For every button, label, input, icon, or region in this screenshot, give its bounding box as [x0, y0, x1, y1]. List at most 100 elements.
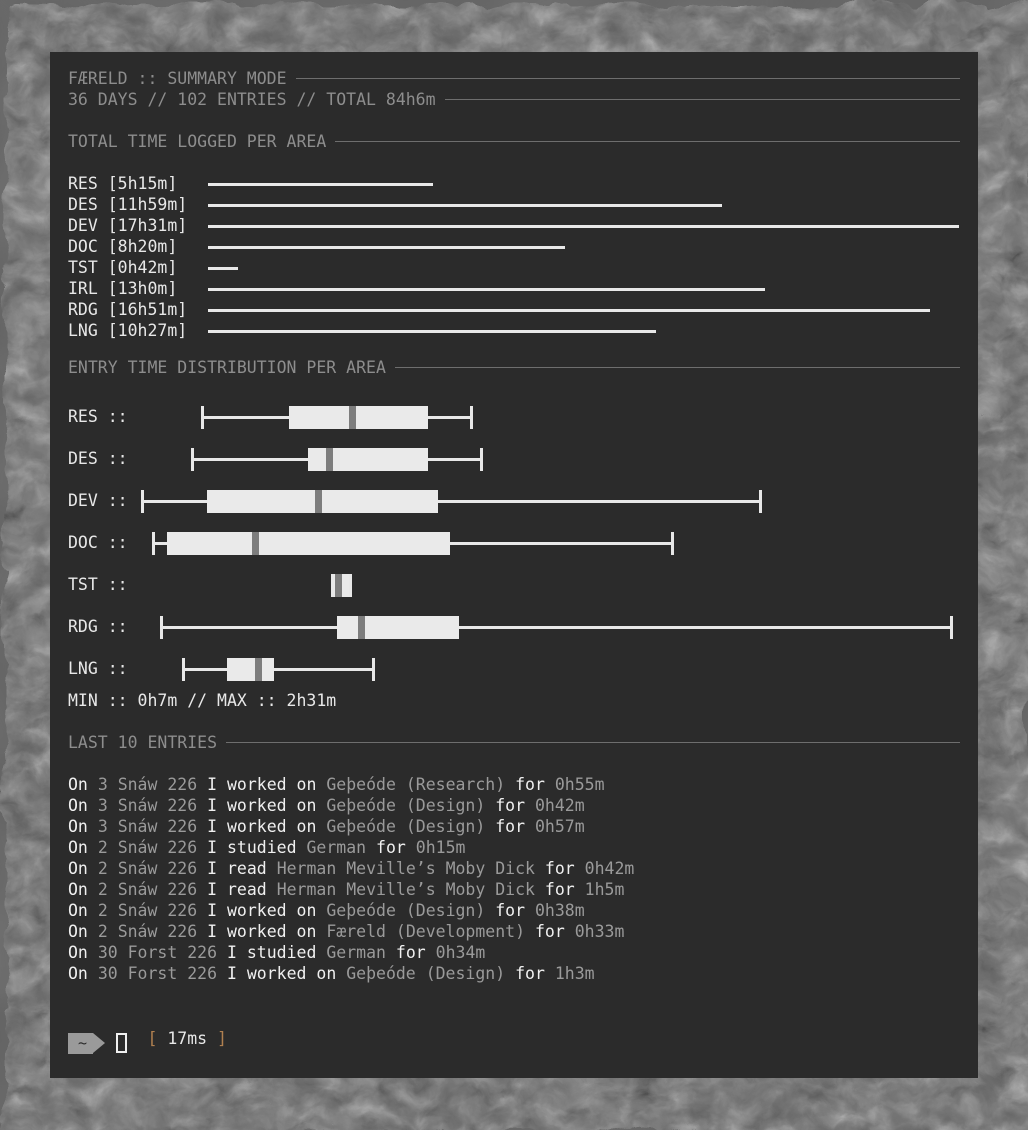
entry-verb: worked on	[227, 922, 316, 941]
entry-log-line: On 2 Snáw 226 I read Herman Meville’s Mo…	[68, 858, 960, 879]
boxplot-cap-max	[950, 616, 953, 639]
entry-day: 3	[98, 796, 108, 815]
entry-verb: worked on	[247, 964, 336, 983]
entry-for: for	[545, 859, 575, 878]
entry-verb: worked on	[227, 817, 316, 836]
boxplot-box	[337, 616, 459, 639]
entry-object: Færeld	[326, 922, 386, 941]
entry-log-line: On 30 Forst 226 I worked on Geþeóde (Des…	[68, 963, 960, 984]
entry-log-line: On 2 Snáw 226 I studied German for 0h15m	[68, 837, 960, 858]
entry-duration: 0h42m	[585, 859, 635, 878]
entry-object: Geþeóde	[326, 817, 396, 836]
entry-category: (Design)	[426, 964, 505, 983]
app-title-line: FÆRELD :: SUMMARY MODE	[68, 68, 960, 89]
boxplot-whisker-right	[459, 626, 953, 629]
entry-year: 226	[167, 817, 197, 836]
total-bar-track	[208, 278, 960, 299]
minmax-line: MIN :: 0h7m // MAX :: 2h31m	[68, 690, 960, 711]
entry-year: 226	[167, 880, 197, 899]
section-header-entries: LAST 10 ENTRIES	[68, 732, 960, 753]
entry-on: On	[68, 901, 88, 920]
boxplot-cap-max	[470, 406, 473, 429]
entry-on: On	[68, 880, 88, 899]
boxplot-median	[335, 574, 342, 597]
total-bar-track	[208, 236, 960, 257]
entry-distribution-boxplots: RES ::DES ::DEV ::DOC ::TST ::RDG ::LNG …	[68, 396, 960, 690]
entry-day: 3	[98, 817, 108, 836]
entry-on: On	[68, 943, 88, 962]
entry-log-line: On 30 Forst 226 I studied German for 0h3…	[68, 942, 960, 963]
entry-month: Snáw	[118, 922, 158, 941]
entry-subject: I	[207, 859, 217, 878]
total-bar-fill	[208, 267, 238, 270]
boxplot-canvas	[68, 438, 960, 480]
entry-for: for	[515, 964, 545, 983]
boxplot-median	[349, 406, 356, 429]
entry-year: 226	[167, 838, 197, 857]
entry-subject: I	[207, 922, 217, 941]
entry-duration: 0h33m	[575, 922, 625, 941]
entry-year: 226	[167, 901, 197, 920]
entry-verb: worked on	[227, 901, 316, 920]
entry-duration: 0h55m	[555, 775, 605, 794]
boxplot-row: RDG ::	[68, 606, 960, 648]
entry-duration: 0h15m	[416, 838, 466, 857]
entry-log-line: On 3 Snáw 226 I worked on Geþeóde (Desig…	[68, 816, 960, 837]
boxplot-whisker-left	[201, 416, 289, 419]
entry-object: Geþeóde	[346, 964, 416, 983]
entry-for: for	[376, 838, 406, 857]
entry-duration: 0h38m	[535, 901, 585, 920]
total-bar-row: RDG [16h51m]	[68, 299, 960, 320]
entry-subject: I	[207, 775, 217, 794]
boxplot-whisker-left	[141, 500, 207, 503]
total-bar-label: RDG [16h51m]	[68, 299, 208, 320]
entry-category: (Design)	[406, 817, 485, 836]
total-bar-fill	[208, 183, 433, 186]
entry-duration: 0h57m	[535, 817, 585, 836]
boxplot-row: LNG ::	[68, 648, 960, 690]
entry-day: 2	[98, 922, 108, 941]
boxplot-median	[358, 616, 365, 639]
boxplot-cap-max	[372, 658, 375, 681]
boxplot-cap-min	[331, 574, 334, 597]
entry-object: Herman Meville’s Moby Dick	[277, 859, 535, 878]
terminal-window[interactable]: FÆRELD :: SUMMARY MODE 36 DAYS // 102 EN…	[50, 52, 978, 1078]
entry-year: 226	[167, 775, 197, 794]
boxplot-canvas	[68, 480, 960, 522]
entry-year: 226	[167, 859, 197, 878]
boxplot-cap-min	[182, 658, 185, 681]
boxplot-cap-min	[141, 490, 144, 513]
boxplot-box	[167, 532, 450, 555]
total-bar-row: TST [0h42m]	[68, 257, 960, 278]
entry-subject: I	[227, 943, 237, 962]
total-bar-row: RES [5h15m]	[68, 173, 960, 194]
boxplot-canvas	[68, 564, 960, 606]
section-header-totals: TOTAL TIME LOGGED PER AREA	[68, 131, 960, 152]
text-cursor[interactable]	[116, 1033, 127, 1053]
terminal-footer: [ 17ms ] ~	[68, 1007, 960, 1055]
total-bar-track	[208, 215, 960, 236]
entry-on: On	[68, 922, 88, 941]
entry-verb: worked on	[227, 796, 316, 815]
total-bar-label: TST [0h42m]	[68, 257, 208, 278]
total-bar-fill	[208, 204, 722, 207]
entry-day: 2	[98, 859, 108, 878]
entry-month: Snáw	[118, 775, 158, 794]
boxplot-whisker-left	[191, 458, 308, 461]
prompt-segment[interactable]: ~	[68, 1033, 93, 1054]
entry-on: On	[68, 817, 88, 836]
entry-verb: studied	[227, 838, 297, 857]
boxplot-cap-min	[191, 448, 194, 471]
entry-on: On	[68, 838, 88, 857]
entry-month: Snáw	[118, 901, 158, 920]
total-bar-track	[208, 299, 960, 320]
entry-on: On	[68, 775, 88, 794]
boxplot-cap-max	[349, 574, 352, 597]
entry-day: 2	[98, 880, 108, 899]
entry-subject: I	[207, 901, 217, 920]
totals-rule	[335, 141, 960, 142]
entry-for: for	[515, 775, 545, 794]
boxplot-cap-max	[671, 532, 674, 555]
entry-year: 226	[167, 922, 197, 941]
entry-month: Snáw	[118, 838, 158, 857]
